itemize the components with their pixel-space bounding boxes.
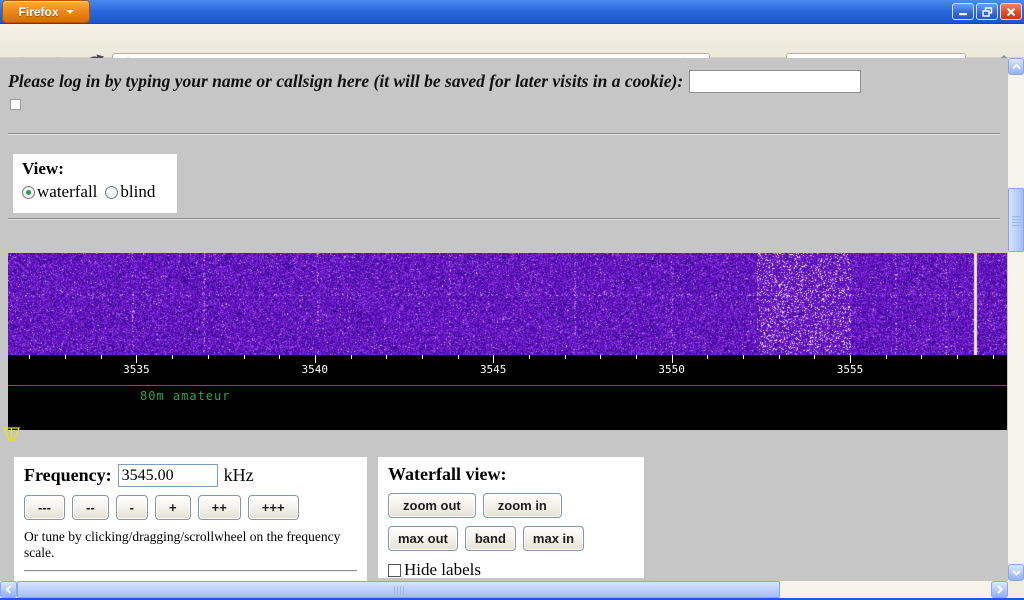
tick (315, 355, 316, 363)
tune-up-3-button[interactable]: +++ (248, 495, 299, 520)
small-checkbox[interactable] (10, 99, 21, 110)
scrollbar-corner (1008, 581, 1024, 598)
restore-icon (982, 7, 993, 17)
waterfall-canvas[interactable] (8, 253, 1007, 355)
scroll-up-button[interactable] (1008, 58, 1024, 75)
scale-label: 3550 (658, 363, 685, 376)
radio-waterfall[interactable] (22, 186, 35, 199)
minimize-button[interactable] (952, 3, 974, 20)
scroll-down-button[interactable] (1008, 564, 1024, 581)
horizontal-scroll-thumb[interactable] (17, 581, 780, 598)
tick (101, 355, 102, 359)
tick (422, 355, 423, 359)
chevron-up-icon (1012, 64, 1021, 70)
tune-down-1-button[interactable]: - (116, 495, 148, 520)
waterfall-band-button[interactable]: band (465, 526, 516, 551)
tick (636, 355, 637, 359)
tick (172, 355, 173, 359)
divider (8, 218, 1000, 220)
close-button[interactable] (1000, 3, 1022, 20)
frequency-input[interactable] (118, 464, 218, 487)
hide-labels-label[interactable]: Hide labels (404, 560, 481, 580)
tick (136, 355, 137, 363)
tick (529, 355, 530, 359)
browser-window: Firefox (0, 0, 1024, 600)
radio-waterfall-label[interactable]: waterfall (37, 182, 97, 202)
vertical-scrollbar[interactable] (1008, 58, 1024, 581)
scroll-left-button[interactable] (0, 581, 17, 598)
tick (279, 355, 280, 359)
chevron-down-icon (66, 10, 74, 14)
hide-labels-checkbox[interactable] (388, 564, 401, 577)
band-label: 80m amateur (140, 389, 230, 403)
scroll-right-button[interactable] (991, 581, 1008, 598)
tune-up-2-button[interactable]: ++ (198, 495, 241, 520)
frequency-unit: kHz (224, 465, 254, 486)
scale-label: 3535 (123, 363, 150, 376)
radio-blind-label[interactable]: blind (120, 182, 155, 202)
login-callsign-input[interactable] (689, 70, 861, 93)
tick (886, 355, 887, 359)
scale-label: 3540 (302, 363, 329, 376)
divider (8, 133, 1000, 135)
tick (493, 355, 494, 363)
chevron-right-icon (997, 585, 1003, 594)
tune-up-1-button[interactable]: + (155, 495, 191, 520)
view-selector-box: View: waterfall blind (13, 154, 177, 213)
webpage-content: Please log in by typing your name or cal… (0, 58, 1008, 581)
waterfall-view-panel: Waterfall view: zoom out zoom in max out… (378, 457, 644, 578)
tick (779, 355, 780, 359)
waterfall-zoom-in-button[interactable]: zoom in (483, 493, 562, 518)
tick (993, 355, 994, 359)
tick (814, 355, 815, 359)
tuning-marker-icon[interactable] (3, 427, 21, 447)
tick (65, 355, 66, 359)
frequency-scale[interactable]: 3535 3540 3545 3550 3555 (8, 355, 1007, 378)
tick (600, 355, 601, 359)
navigation-toolbar: websdr.ewi.utwente.nl:8901 − + (0, 24, 1024, 58)
tick (29, 355, 30, 359)
tick (957, 355, 958, 359)
firefox-button-label: Firefox (18, 5, 58, 19)
scale-label: 3545 (480, 363, 507, 376)
chevron-down-icon (1012, 570, 1021, 576)
login-prompt: Please log in by typing your name or cal… (8, 71, 683, 92)
tuning-hint: Or tune by clicking/dragging/scrollwheel… (24, 529, 357, 561)
view-label: View: (22, 159, 168, 179)
title-bar: Firefox (0, 0, 1024, 24)
frequency-label: Frequency: (24, 465, 112, 486)
tick (458, 355, 459, 359)
tick (707, 355, 708, 359)
restore-button[interactable] (976, 3, 998, 20)
tick (672, 355, 673, 363)
firefox-menu-button[interactable]: Firefox (2, 0, 90, 23)
close-icon (1006, 7, 1016, 17)
waterfall-display: 3535 3540 3545 3550 3555 80m amateur (8, 253, 1007, 430)
tune-down-2-button[interactable]: -- (72, 495, 109, 520)
waterfall-zoom-out-button[interactable]: zoom out (388, 493, 476, 518)
band-annotation-area: 80m amateur (8, 378, 1007, 430)
waterfall-max-out-button[interactable]: max out (388, 526, 458, 551)
scale-label: 3555 (837, 363, 864, 376)
chevron-left-icon (6, 585, 12, 594)
tune-down-3-button[interactable]: --- (24, 495, 65, 520)
minimize-icon (958, 7, 968, 16)
login-row: Please log in by typing your name or cal… (8, 70, 983, 93)
tick (386, 355, 387, 359)
tick (921, 355, 922, 359)
waterfall-view-label: Waterfall view: (388, 464, 634, 485)
tick (208, 355, 209, 359)
tick (850, 355, 851, 363)
waterfall-max-in-button[interactable]: max in (523, 526, 584, 551)
divider (24, 570, 357, 572)
tick (244, 355, 245, 359)
tick (743, 355, 744, 359)
band-extent-line (8, 385, 1007, 386)
tick (565, 355, 566, 359)
tick (351, 355, 352, 359)
vertical-scroll-thumb[interactable] (1008, 188, 1024, 252)
radio-blind[interactable] (105, 186, 118, 199)
frequency-panel: Frequency: kHz --- -- - + ++ +++ Or tune… (14, 457, 367, 581)
horizontal-scrollbar[interactable] (0, 581, 1008, 598)
